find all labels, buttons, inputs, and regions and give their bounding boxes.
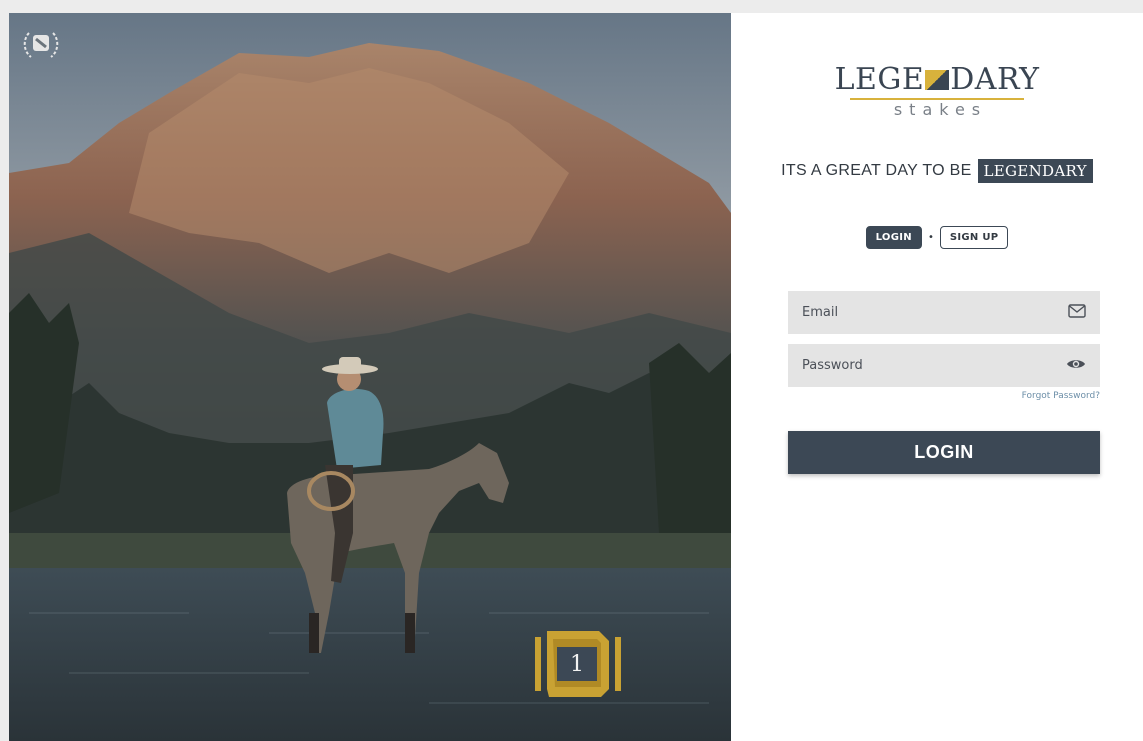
logo-subtitle: stakes (893, 100, 988, 119)
login-button[interactable]: LOGIN (788, 431, 1100, 474)
email-placeholder: Email (802, 305, 839, 320)
hero-image: 1 (9, 13, 731, 741)
logo-word-left: LEGE (834, 62, 925, 97)
tab-sign-up[interactable]: SIGN UP (939, 226, 1009, 249)
laurel-logo-icon (21, 27, 61, 63)
logo-mark-icon (925, 70, 950, 90)
brand-logo: LEGE DARY stakes (731, 63, 1143, 120)
password-placeholder: Password (802, 358, 863, 373)
login-panel: LEGE DARY stakes ITS A GREAT DAY TO BE L… (731, 13, 1143, 741)
gold-frame-icon: 1 (535, 629, 621, 699)
tagline-highlight: LEGENDARY (977, 159, 1093, 183)
tab-login[interactable]: LOGIN (865, 226, 922, 249)
eye-icon[interactable] (1066, 356, 1086, 375)
envelope-icon (1068, 303, 1086, 322)
tagline: ITS A GREAT DAY TO BE LEGENDARY (731, 159, 1143, 183)
app-frame: 1 LEGE DARY stakes ITS A GREAT DAY TO BE… (9, 13, 1143, 741)
forgot-password-link[interactable]: Forgot Password? (788, 391, 1100, 401)
auth-mode-tabs: LOGIN • SIGN UP (731, 226, 1143, 249)
email-field[interactable]: Email (788, 291, 1100, 334)
password-field[interactable]: Password (788, 344, 1100, 387)
badge-number: 1 (557, 647, 597, 681)
landscape-illustration (9, 13, 731, 741)
logo-word-right: DARY (950, 62, 1040, 97)
tab-separator: • (927, 232, 934, 243)
tagline-text: ITS A GREAT DAY TO BE (781, 162, 972, 179)
logo-wordmark: LEGE DARY (835, 63, 1040, 97)
